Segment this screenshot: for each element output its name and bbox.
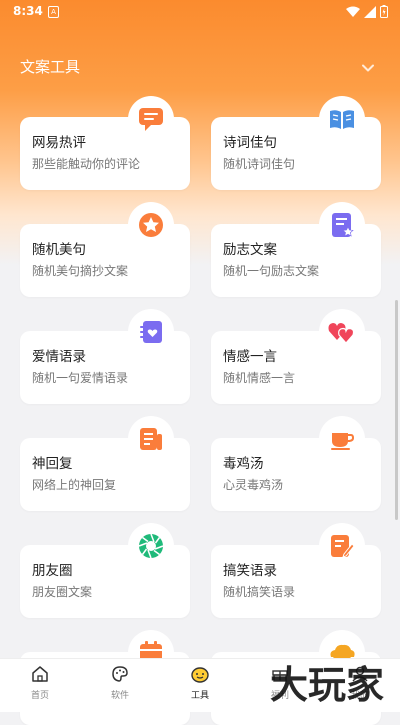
card-subtitle: 随机美句摘抄文案 <box>32 264 129 278</box>
scrollbar[interactable] <box>395 300 398 520</box>
card-subtitle: 随机情感一言 <box>223 371 296 385</box>
watermark-text: 大玩家 <box>270 663 384 706</box>
section-title: 文案工具 <box>20 58 81 76</box>
tab-label: 工具 <box>190 691 209 701</box>
card-subtitle: 随机诗词佳句 <box>223 157 296 171</box>
chat-bubble-icon <box>128 96 174 142</box>
tab-home[interactable]: 首页 <box>10 665 70 701</box>
signal-icon <box>364 5 376 18</box>
card-subtitle: 心灵毒鸡汤 <box>223 478 284 492</box>
card-subtitle: 那些能触动你的评论 <box>32 157 141 171</box>
star-badge-icon <box>128 202 174 248</box>
card-title: 爱情语录 <box>32 349 86 365</box>
card-title: 神回复 <box>32 456 73 472</box>
battery-icon <box>380 5 388 18</box>
sim-indicator: A <box>48 6 59 18</box>
cup-icon <box>319 416 365 462</box>
smiley-tool-icon <box>191 667 209 683</box>
double-heart-icon <box>319 309 365 355</box>
status-icons <box>346 5 388 18</box>
tab-software[interactable]: 软件 <box>90 665 150 701</box>
tab-label: 软件 <box>110 691 129 701</box>
status-time: 8:34 <box>13 4 43 18</box>
card-subtitle: 随机一句励志文案 <box>223 264 320 278</box>
heart-note-icon <box>128 309 174 355</box>
home-icon <box>32 666 48 682</box>
palette-icon <box>112 666 128 682</box>
card-title: 搞笑语录 <box>223 563 277 579</box>
card-subtitle: 网络上的神回复 <box>32 478 117 492</box>
status-bar: 8:34 A <box>0 0 400 24</box>
news-icon <box>128 416 174 462</box>
card-title: 励志文案 <box>223 242 277 258</box>
card-title: 网易热评 <box>32 135 86 151</box>
card-title: 朋友圈 <box>32 563 73 579</box>
card-title: 诗词佳句 <box>223 135 277 151</box>
card-title: 随机美句 <box>32 242 86 258</box>
watermark-logo: 大玩家 <box>270 663 384 706</box>
card-title: 情感一言 <box>223 349 277 365</box>
camera-shutter-icon <box>128 523 174 569</box>
tab-label: 首页 <box>30 691 49 701</box>
card-subtitle: 朋友圈文案 <box>32 585 93 599</box>
card-subtitle: 随机搞笑语录 <box>223 585 296 599</box>
tab-tools[interactable]: 工具 <box>170 665 230 701</box>
edit-note-icon <box>319 523 365 569</box>
chevron-down-icon[interactable] <box>362 62 374 74</box>
star-list-icon <box>319 202 365 248</box>
card-title: 毒鸡汤 <box>223 456 264 472</box>
open-book-icon <box>319 96 365 142</box>
card-subtitle: 随机一句爱情语录 <box>32 371 129 385</box>
wifi-icon <box>346 6 360 17</box>
